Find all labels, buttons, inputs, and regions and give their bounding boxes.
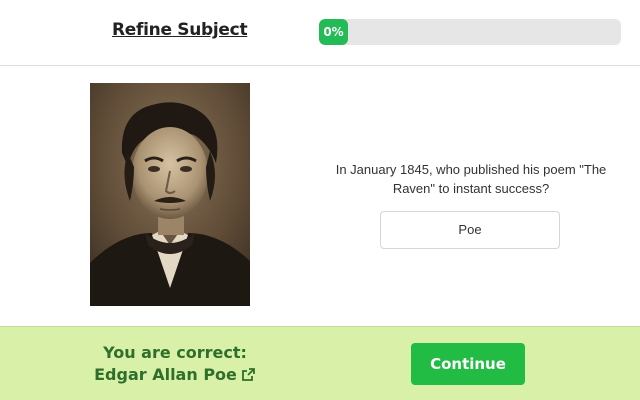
progress-fill-label: 0%: [319, 19, 348, 45]
answer-input[interactable]: Poe: [380, 211, 560, 249]
answer-link[interactable]: Edgar Allan Poe: [60, 364, 290, 388]
page-title[interactable]: Refine Subject: [112, 20, 248, 40]
continue-button[interactable]: Continue: [411, 343, 525, 385]
portrait-photo-icon: [90, 83, 250, 306]
progress-bar: 0%: [319, 19, 621, 45]
correct-status-text: You are correct:: [103, 343, 247, 362]
feedback-bar: You are correct: Edgar Allan Poe Continu…: [0, 326, 640, 400]
external-link-icon[interactable]: [241, 366, 256, 388]
question-text: In January 1845, who published his poem …: [335, 162, 607, 196]
feedback-message: You are correct: Edgar Allan Poe: [60, 342, 290, 388]
header-bar: Refine Subject 0%: [0, 0, 640, 66]
portrait-image: [90, 83, 250, 306]
answer-name[interactable]: Edgar Allan Poe: [94, 365, 237, 384]
